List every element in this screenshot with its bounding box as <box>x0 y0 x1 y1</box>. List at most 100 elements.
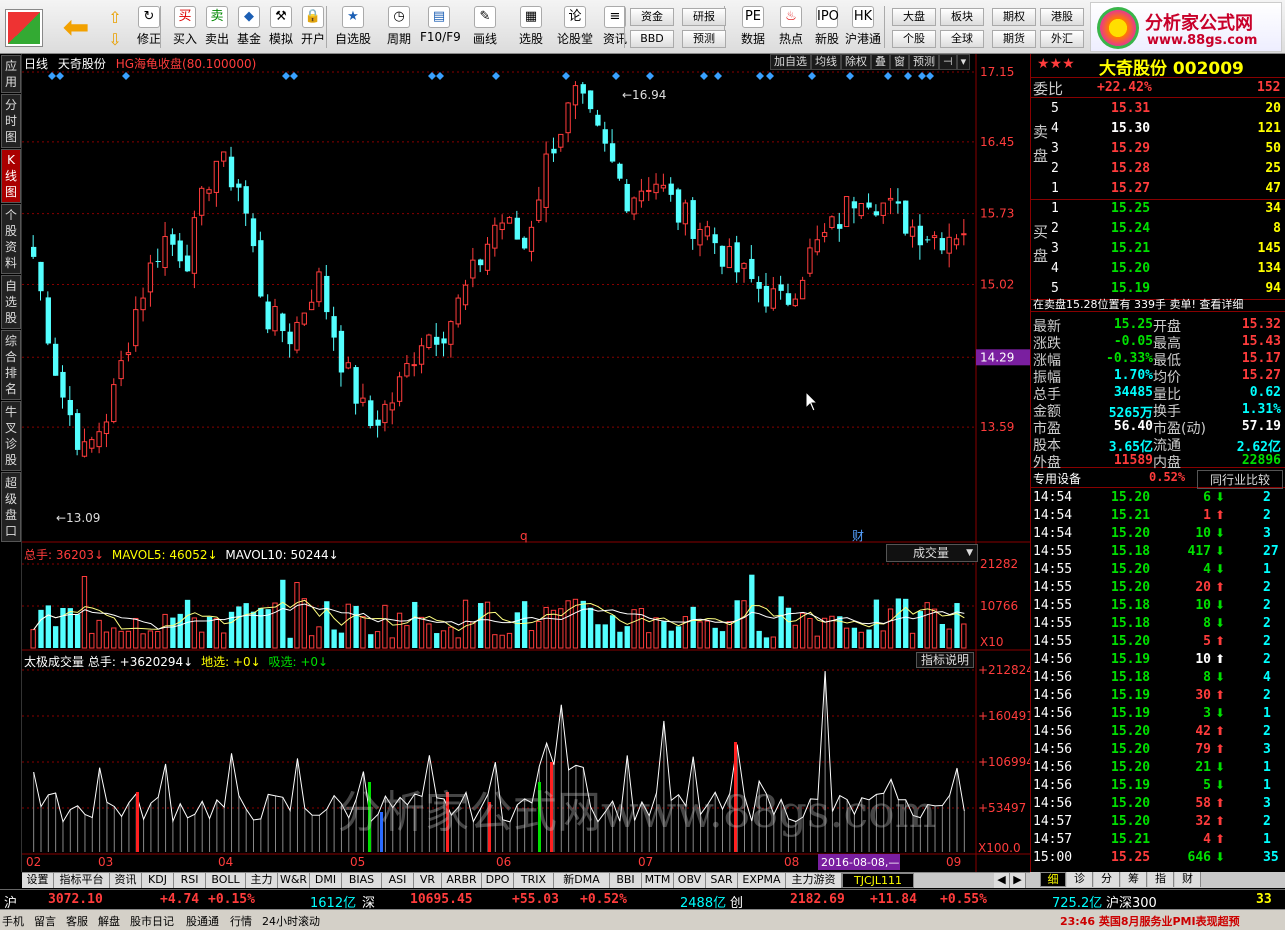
sidebar-item-2[interactable]: K线图 <box>1 149 21 203</box>
kline-chart-svg[interactable]: 17.15 16.45 15.73 15.02 13.59 14.29 ←16.94 ←13.… <box>22 54 1030 872</box>
sell-level-row[interactable]: 4 15.30 121 <box>1031 120 1285 138</box>
sidebar-item-1[interactable]: 分时图 <box>1 94 21 148</box>
tab-scroll-left[interactable]: ◀ <box>994 873 1010 888</box>
tab-6[interactable]: 主力 <box>246 873 278 888</box>
tab-12[interactable]: ARBR <box>442 873 482 888</box>
tab-20[interactable]: EXPMA <box>738 873 786 888</box>
toolbar-small-button[interactable]: 外汇 <box>1040 30 1084 48</box>
toolbar-small-button[interactable]: 预测 <box>682 30 726 48</box>
chart-button-3[interactable]: 叠 <box>871 54 890 70</box>
sidebar-item-4[interactable]: 自选股 <box>1 275 21 329</box>
pin-icon[interactable]: ⊣ <box>939 54 957 70</box>
buy-level-row[interactable]: 4 15.20 134 <box>1031 260 1285 278</box>
status-link-4[interactable]: 股市日记 <box>130 913 174 929</box>
tick-list[interactable]: 14:54 15.20 6 ⬇ 2 14:54 15.21 1 ⬆ 2 14:54 15.20 10 ⬇ 3… <box>1031 490 1285 870</box>
chart-button-5[interactable]: 预测 <box>909 54 939 70</box>
toolbar-small-button[interactable]: 资金 <box>630 8 674 26</box>
toolbar-small-button[interactable]: 期货 <box>992 30 1036 48</box>
tab-22[interactable]: TJCJL111 <box>842 873 914 888</box>
chart-button-4[interactable]: 窗 <box>890 54 909 70</box>
tab-19[interactable]: SAR <box>706 873 738 888</box>
sidebar-item-0[interactable]: 应用 <box>1 55 21 93</box>
tab-7[interactable]: W&R <box>278 873 310 888</box>
buy-level-row[interactable]: 1 15.25 34 <box>1031 200 1285 218</box>
right-tab-4[interactable]: 指 <box>1148 872 1174 887</box>
sidebar-item-7[interactable]: 超级盘口 <box>1 472 21 542</box>
toolbar-button-clock[interactable]: ◷ 周期 <box>380 4 418 52</box>
tab-2[interactable]: 资讯 <box>110 873 142 888</box>
tab-14[interactable]: TRIX <box>514 873 554 888</box>
toolbar-button-news[interactable]: ≡ 资讯 <box>596 4 634 52</box>
sidebar-item-6[interactable]: 牛叉诊股 <box>1 401 21 471</box>
right-tab-2[interactable]: 分 <box>1094 872 1120 887</box>
status-link-7[interactable]: 24小时滚动 <box>262 913 320 929</box>
tab-21[interactable]: 主力游资 <box>786 873 842 888</box>
tab-13[interactable]: DPO <box>482 873 514 888</box>
up-arrow-icon[interactable]: ⇧ <box>104 8 126 28</box>
tab-15[interactable]: 新DMA <box>554 873 610 888</box>
sell-level-row[interactable]: 5 15.31 20 <box>1031 100 1285 118</box>
toolbar-small-button[interactable]: 港股 <box>1040 8 1084 26</box>
chart-button-0[interactable]: 加自选 <box>770 54 811 70</box>
status-link-1[interactable]: 留言 <box>34 913 56 929</box>
toolbar-small-button[interactable]: 研报 <box>682 8 726 26</box>
right-tab-3[interactable]: 筹 <box>1121 872 1147 887</box>
back-button[interactable]: ⬅ <box>58 10 94 46</box>
buy-level-row[interactable]: 2 15.24 8 <box>1031 220 1285 238</box>
status-link-0[interactable]: 手机 <box>2 913 24 929</box>
tab-1[interactable]: 指标平台 <box>54 873 110 888</box>
sidebar-item-5[interactable]: 综合排名 <box>1 330 21 400</box>
toolbar-small-button[interactable]: 全球 <box>940 30 984 48</box>
toolbar-button-ipo[interactable]: IPO 新股 <box>808 4 846 52</box>
indicator-help-button[interactable]: 指标说明 <box>916 652 974 668</box>
chart-button-1[interactable]: 均线 <box>811 54 841 70</box>
status-link-5[interactable]: 股通通 <box>186 913 219 929</box>
toolbar-small-button[interactable]: BBD <box>630 30 674 48</box>
app-icon[interactable] <box>6 10 42 46</box>
toolbar-button-filter[interactable]: ▦ 选股 <box>512 4 550 52</box>
buy-level-row[interactable]: 3 15.21 145 <box>1031 240 1285 258</box>
right-tab-0[interactable]: 细 <box>1040 872 1066 887</box>
toolbar-button-pe[interactable]: PE 数据 <box>734 4 772 52</box>
tab-10[interactable]: ASI <box>382 873 414 888</box>
volume-dropdown[interactable]: 成交量 ▼ <box>886 544 978 562</box>
status-link-2[interactable]: 客服 <box>66 913 88 929</box>
status-link-3[interactable]: 解盘 <box>98 913 120 929</box>
tab-3[interactable]: KDJ <box>142 873 174 888</box>
sell-level-row[interactable]: 3 15.29 50 <box>1031 140 1285 158</box>
status-link-6[interactable]: 行情 <box>230 913 252 929</box>
sell-level-row[interactable]: 1 15.27 47 <box>1031 180 1285 198</box>
kline-chart-area[interactable]: 17.15 16.45 15.73 15.02 13.59 14.29 ←16.94 ←13.… <box>22 54 1030 872</box>
tab-5[interactable]: BOLL <box>206 873 246 888</box>
toolbar-button-forum[interactable]: 论论股堂 <box>556 4 594 52</box>
toolbar-small-button[interactable]: 个股 <box>892 30 936 48</box>
toolbar-small-button[interactable]: 板块 <box>940 8 984 26</box>
tab-9[interactable]: BIAS <box>342 873 382 888</box>
tab-scroll-right[interactable]: ▶ <box>1010 873 1026 888</box>
news-ticker[interactable]: 23:46 英国8月服务业PMI表现超预 <box>1060 913 1240 929</box>
right-tab-1[interactable]: 诊 <box>1067 872 1093 887</box>
tab-0[interactable]: 设置 <box>22 873 54 888</box>
chart-button-2[interactable]: 除权 <box>841 54 871 70</box>
toolbar-small-button[interactable]: 期权 <box>992 8 1036 26</box>
compare-button[interactable]: 同行业比较 <box>1197 470 1283 489</box>
indicator-label[interactable]: HG海龟收盘(80.100000) <box>116 57 257 71</box>
tab-16[interactable]: BBI <box>610 873 642 888</box>
toolbar-button-refresh[interactable]: ↻ 修正 <box>130 4 168 52</box>
tab-17[interactable]: MTM <box>642 873 674 888</box>
toolbar-button-hk[interactable]: HK 沪港通 <box>844 4 882 52</box>
q-marker[interactable]: q <box>520 529 528 543</box>
logo[interactable]: 分析家公式网 www.88gs.com <box>1090 2 1282 52</box>
sidebar-item-3[interactable]: 个股资料 <box>1 204 21 274</box>
toolbar-button-star[interactable]: ★ 自选股 <box>334 4 372 52</box>
toolbar-button-pen[interactable]: ✎ 画线 <box>466 4 504 52</box>
tab-18[interactable]: OBV <box>674 873 706 888</box>
chevron-down-icon[interactable]: ▾ <box>956 54 971 70</box>
toolbar-button-f10[interactable]: ▤ F10/F9 <box>420 4 461 52</box>
tab-8[interactable]: DMI <box>310 873 342 888</box>
right-tab-5[interactable]: 财 <box>1175 872 1201 887</box>
toolbar-button-hot[interactable]: ♨ 热点 <box>772 4 810 52</box>
finance-marker[interactable]: 财 <box>852 529 864 543</box>
sell-level-row[interactable]: 2 15.28 25 <box>1031 160 1285 178</box>
toolbar-small-button[interactable]: 大盘 <box>892 8 936 26</box>
